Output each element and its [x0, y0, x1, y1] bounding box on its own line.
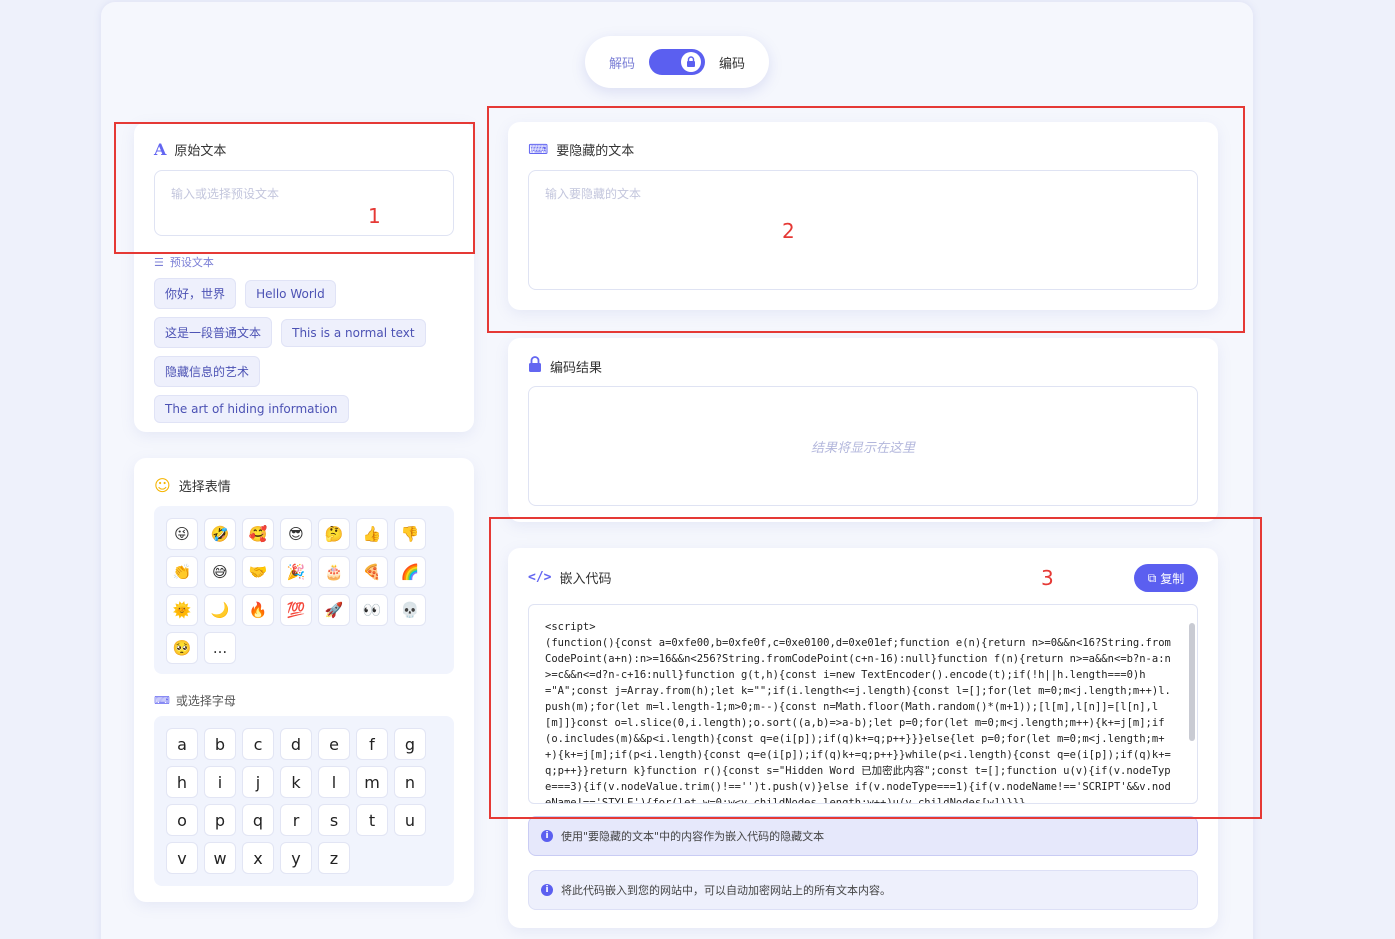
preset-list: 你好，世界 Hello World 这是一段普通文本 This is a nor…	[154, 278, 454, 431]
annotation-number-3: 3	[1041, 566, 1054, 590]
emoji-button[interactable]: 🤔	[318, 518, 350, 550]
encode-result-placeholder: 结果将显示在这里	[810, 440, 915, 456]
encode-label[interactable]: 编码	[719, 53, 745, 72]
emoji-button[interactable]: 😎	[280, 518, 312, 550]
letter-button[interactable]: k	[280, 766, 312, 798]
emoji-button[interactable]: 🤝	[242, 556, 274, 588]
preset-chip[interactable]: The art of hiding information	[154, 395, 349, 423]
preset-label-text: 预设文本	[169, 256, 214, 269]
letter-button[interactable]: x	[242, 842, 274, 874]
emoji-button[interactable]: 💀	[394, 594, 426, 626]
letter-button[interactable]: b	[204, 728, 236, 760]
info-hidden-text: i 使用"要隐藏的文本"中的内容作为嵌入代码的隐藏文本	[528, 816, 1198, 856]
letters-label: ⌨ 或选择字母	[154, 692, 236, 709]
letter-button[interactable]: p	[204, 804, 236, 836]
letter-grid: abcdefg hijklmn opqrstu vwxyz	[166, 728, 442, 874]
annotation-box-1	[114, 122, 475, 254]
emoji-button[interactable]: 🌙	[204, 594, 236, 626]
letter-button[interactable]: n	[394, 766, 426, 798]
letters-label-text: 或选择字母	[175, 694, 236, 708]
lock-icon	[681, 52, 701, 72]
smile-icon: ☺	[154, 476, 171, 495]
emoji-header: ☺ 选择表情	[154, 476, 231, 495]
letter-button[interactable]: e	[318, 728, 350, 760]
emoji-button[interactable]: ...	[204, 632, 236, 664]
annotation-number-2: 2	[782, 219, 795, 243]
emoji-button[interactable]: 🌈	[394, 556, 426, 588]
info-text-1: 使用"要隐藏的文本"中的内容作为嵌入代码的隐藏文本	[561, 830, 825, 843]
annotation-box-3	[489, 517, 1262, 819]
mode-switch[interactable]	[649, 49, 705, 75]
letter-button[interactable]: j	[242, 766, 274, 798]
emoji-button[interactable]: 👍	[356, 518, 388, 550]
letter-button[interactable]: h	[166, 766, 198, 798]
emoji-button[interactable]: 🤣	[204, 518, 236, 550]
letter-button[interactable]: l	[318, 766, 350, 798]
info-embed: i 将此代码嵌入到您的网站中，可以自动加密网站上的所有文本内容。	[528, 870, 1198, 910]
emoji-button[interactable]: 🥺	[166, 632, 198, 664]
emoji-title: 选择表情	[178, 480, 231, 495]
preset-chip[interactable]: 隐藏信息的艺术	[154, 356, 261, 387]
emoji-button[interactable]: 🎂	[318, 556, 350, 588]
letter-button[interactable]: w	[204, 842, 236, 874]
letter-button[interactable]: g	[394, 728, 426, 760]
emoji-button[interactable]: 🎉	[280, 556, 312, 588]
emoji-grid: 😜 🤣 🥰 😎 🤔 👍 👎 👏 😅 🤝 🎉 🎂 🍕 🌈 🌞 🌙 🔥 💯 🚀 👀 💀 🥺...	[166, 518, 442, 664]
emoji-card: ☺ 选择表情 😜 🤣 🥰 😎 🤔 👍 👎 👏 😅 🤝 🎉 🎂 🍕 🌈 🌞 🌙 🔥 💯 🚀 👀 💀 🥺... ⌨ 或选择字母…	[134, 458, 474, 902]
keyboard-icon: ⌨	[154, 694, 170, 707]
letter-button[interactable]: s	[318, 804, 350, 836]
emoji-button[interactable]: 👎	[394, 518, 426, 550]
emoji-button[interactable]: 👏	[166, 556, 198, 588]
emoji-button[interactable]: 👀	[356, 594, 388, 626]
letter-button[interactable]: y	[280, 842, 312, 874]
letter-button[interactable]: r	[280, 804, 312, 836]
preset-chip[interactable]: 你好，世界	[154, 278, 237, 309]
encode-result-output[interactable]: 结果将显示在这里	[528, 386, 1198, 506]
decode-label[interactable]: 解码	[609, 53, 635, 72]
letter-button[interactable]: d	[280, 728, 312, 760]
emoji-grid-area: 😜 🤣 🥰 😎 🤔 👍 👎 👏 😅 🤝 🎉 🎂 🍕 🌈 🌞 🌙 🔥 💯 🚀 👀 💀 🥺...	[154, 506, 454, 674]
annotation-box-2	[487, 106, 1245, 333]
list-icon: ☰	[154, 255, 164, 269]
letter-button[interactable]: t	[356, 804, 388, 836]
emoji-button[interactable]: 😅	[204, 556, 236, 588]
emoji-button[interactable]: 🚀	[318, 594, 350, 626]
emoji-button[interactable]: 🌞	[166, 594, 198, 626]
preset-label: ☰ 预设文本	[154, 254, 214, 270]
emoji-button[interactable]: 🔥	[242, 594, 274, 626]
encode-result-title: 编码结果	[550, 360, 603, 376]
letter-button[interactable]: f	[356, 728, 388, 760]
letter-button[interactable]: o	[166, 804, 198, 836]
letter-button[interactable]: m	[356, 766, 388, 798]
letter-button[interactable]: q	[242, 804, 274, 836]
preset-chip[interactable]: Hello World	[245, 280, 336, 308]
letter-button[interactable]: a	[166, 728, 198, 760]
info-text-2: 将此代码嵌入到您的网站中，可以自动加密网站上的所有文本内容。	[561, 884, 891, 897]
info-icon: i	[541, 884, 553, 896]
lock-icon	[528, 356, 542, 376]
annotation-number-1: 1	[368, 204, 381, 228]
letter-button[interactable]: u	[394, 804, 426, 836]
emoji-button[interactable]: 😜	[166, 518, 198, 550]
info-icon: i	[541, 830, 553, 842]
emoji-button[interactable]: 🥰	[242, 518, 274, 550]
emoji-button[interactable]: 🍕	[356, 556, 388, 588]
letter-button[interactable]: v	[166, 842, 198, 874]
emoji-button[interactable]: 💯	[280, 594, 312, 626]
letter-grid-area: abcdefg hijklmn opqrstu vwxyz	[154, 716, 454, 886]
letter-button[interactable]: i	[204, 766, 236, 798]
preset-chip[interactable]: This is a normal text	[281, 319, 426, 347]
letter-button[interactable]: z	[318, 842, 350, 874]
mode-toggle: 解码 编码	[585, 36, 769, 88]
preset-chip[interactable]: 这是一段普通文本	[154, 317, 273, 348]
letter-button[interactable]: c	[242, 728, 274, 760]
encode-result-header: 编码结果	[528, 356, 602, 376]
encode-result-card: 编码结果 结果将显示在这里	[508, 338, 1218, 522]
